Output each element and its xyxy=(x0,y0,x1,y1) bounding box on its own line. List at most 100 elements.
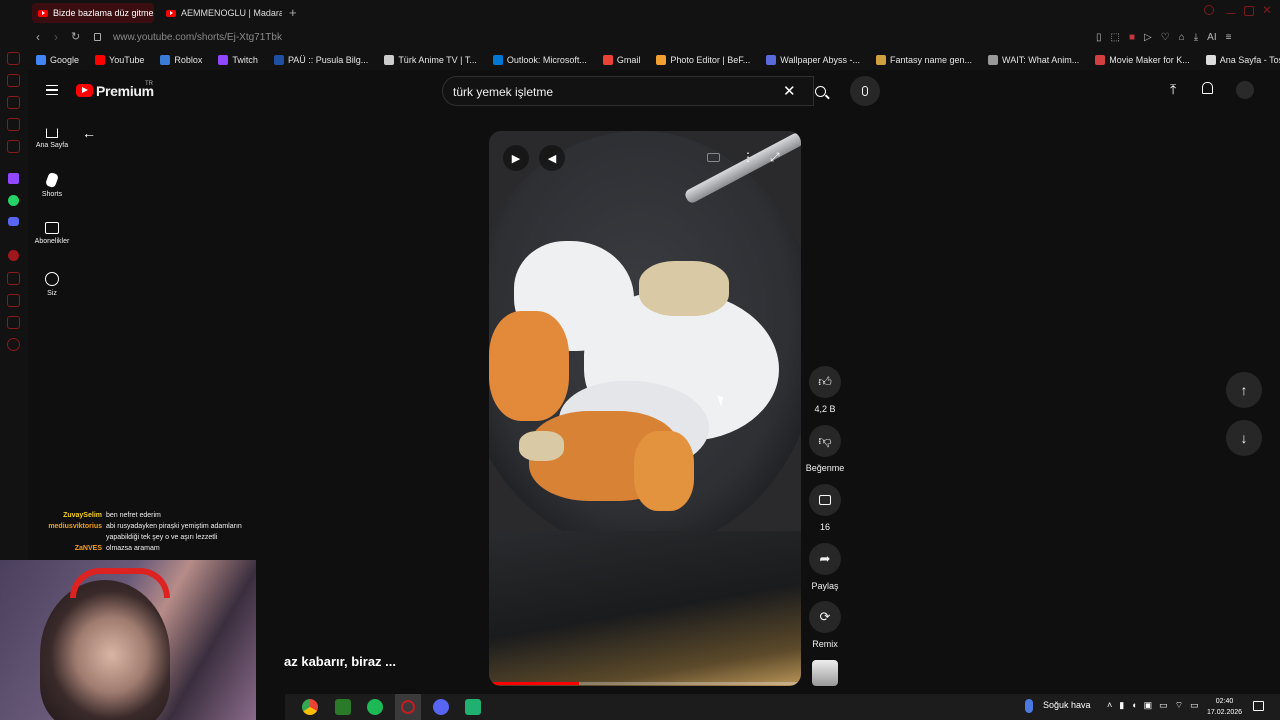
account-icon xyxy=(45,272,59,286)
like-button[interactable]: 👍︎ 4,2 B xyxy=(805,366,845,414)
sidebar-app-icon[interactable] xyxy=(7,338,20,351)
search-box[interactable]: türk yemek işletme ✕ xyxy=(442,76,814,106)
remix-button[interactable]: ⟳ Remix xyxy=(805,601,845,649)
sidebar-app-icon[interactable] xyxy=(7,140,20,153)
tab[interactable]: AEMMENOGLU | Madara C xyxy=(160,3,282,23)
adblock-icon[interactable]: ■ xyxy=(1129,32,1135,43)
notifications-bell-icon[interactable] xyxy=(1202,82,1213,94)
close-window-button[interactable]: ✕ xyxy=(1262,3,1272,17)
new-tab-button[interactable]: + xyxy=(289,5,297,20)
reload-icon[interactable]: ↻ xyxy=(71,30,80,43)
twitch-icon[interactable] xyxy=(8,173,19,184)
previous-video-button[interactable]: ↑ xyxy=(1226,372,1262,408)
play-button[interactable]: ▶ xyxy=(503,145,529,171)
sidebar-app-icon[interactable] xyxy=(7,316,20,329)
next-video-button[interactable]: ↓ xyxy=(1226,420,1262,456)
nav-item-subscriptions[interactable]: Abonelikler xyxy=(28,222,76,245)
search-tabs-icon[interactable] xyxy=(1204,5,1214,15)
bookmark-item[interactable]: Ana Sayfa - Tospa... xyxy=(1198,55,1280,65)
sidebar-app-icon[interactable] xyxy=(7,52,20,65)
weather-label[interactable]: Soğuk hava xyxy=(1043,700,1091,710)
spotify-icon[interactable] xyxy=(367,699,383,715)
whatsapp-icon[interactable] xyxy=(8,195,19,206)
bookmark-item[interactable]: Roblox xyxy=(152,55,210,65)
bookmarks-bar: Google YouTube Roblox Twitch PAÜ :: Pusula B… xyxy=(28,50,1280,70)
bookmark-item[interactable]: Google xyxy=(28,55,87,65)
chevron-up-icon[interactable]: ˄ xyxy=(1107,700,1112,711)
bookmark-item[interactable]: Wallpaper Abyss -... xyxy=(758,55,868,65)
clear-search-icon[interactable]: ✕ xyxy=(783,82,796,100)
back-arrow-icon[interactable]: ← xyxy=(82,125,96,141)
snapshot-icon[interactable]: ⬚ xyxy=(1111,32,1120,43)
chat-username: ZaNVES xyxy=(74,545,102,552)
minimize-button[interactable] xyxy=(1226,6,1236,14)
url-field[interactable]: www.youtube.com/shorts/Ej-Xtg71Tbk xyxy=(113,32,282,43)
bookmark-item[interactable]: Fantasy name gen... xyxy=(868,55,980,65)
microphone-tray-icon[interactable]: ▮ xyxy=(1119,700,1124,711)
play-icon[interactable]: ▷ xyxy=(1144,32,1152,43)
nav-item-home[interactable]: Ana Sayfa xyxy=(28,124,76,149)
sidebar-app-icon[interactable] xyxy=(7,294,20,307)
bookmark-icon[interactable]: ▯ xyxy=(1096,32,1102,43)
nav-item-shorts[interactable]: Shorts xyxy=(28,171,76,198)
bookmark-item[interactable]: Gmail xyxy=(595,55,649,65)
dislike-button[interactable]: 👎︎ Beğenme xyxy=(805,425,845,473)
sidebar-app-icon[interactable] xyxy=(7,96,20,109)
discord-icon[interactable] xyxy=(8,217,19,226)
back-icon[interactable]: ‹ xyxy=(36,30,40,44)
upload-icon[interactable]: ⤒ xyxy=(1170,81,1176,98)
wallet-icon[interactable]: ⌂ xyxy=(1179,32,1185,43)
app-icon[interactable] xyxy=(465,699,481,715)
wifi-icon[interactable]: ⌔ xyxy=(1175,700,1183,711)
clock[interactable]: 02:40 17.02.2026 xyxy=(1207,696,1242,718)
bookmark-item[interactable]: YouTube xyxy=(87,55,152,65)
chrome-icon[interactable] xyxy=(302,699,318,715)
streamer-silhouette xyxy=(40,580,170,720)
sidebar-app-icon[interactable] xyxy=(7,74,20,87)
sidebar-app-icon[interactable] xyxy=(7,272,20,285)
bookmark-item[interactable]: Movie Maker for K... xyxy=(1087,55,1198,65)
avatar[interactable] xyxy=(1236,81,1254,99)
bookmark-item[interactable]: WAIT: What Anim... xyxy=(980,55,1087,65)
sidebar-app-icon[interactable] xyxy=(8,250,19,261)
maximize-button[interactable] xyxy=(1244,6,1254,16)
youtube-logo-icon[interactable] xyxy=(76,84,93,97)
tab-active[interactable]: Bizde bazlama düz gitmez xyxy=(32,3,154,23)
fullscreen-icon[interactable]: ⤢ xyxy=(770,150,780,165)
more-options-icon[interactable]: ⋮ xyxy=(742,150,754,164)
toolbar-icons: ▯ ⬚ ■ ▷ ♡ ⌂ ⤓ AI ≡ xyxy=(1096,32,1231,43)
discord-taskbar-icon[interactable] xyxy=(433,699,449,715)
ai-icon[interactable]: AI xyxy=(1207,32,1216,43)
comments-button[interactable]: 16 xyxy=(805,484,845,532)
download-icon[interactable]: ⤓ xyxy=(1194,32,1198,43)
menu-icon[interactable]: ≡ xyxy=(1226,32,1232,43)
search-button[interactable] xyxy=(804,76,836,106)
notification-center-icon[interactable] xyxy=(1253,701,1264,711)
forward-icon[interactable]: › xyxy=(54,30,58,44)
channel-avatar[interactable] xyxy=(812,660,838,686)
bookmark-item[interactable]: PAÜ :: Pusula Bilg... xyxy=(266,55,376,65)
share-button[interactable]: ➦ Paylaş xyxy=(805,543,845,591)
progress-bar[interactable] xyxy=(489,682,801,685)
bookmark-item[interactable]: Twitch xyxy=(210,55,266,65)
captions-icon[interactable] xyxy=(707,153,720,162)
bookmark-item[interactable]: Outlook: Microsoft... xyxy=(485,55,595,65)
tray-app-icon[interactable]: ▣ xyxy=(1144,700,1153,711)
opera-taskbar-icon[interactable] xyxy=(395,694,421,720)
search-input[interactable]: türk yemek işletme xyxy=(453,85,553,99)
sidebar-app-icon[interactable] xyxy=(7,118,20,131)
app-icon[interactable] xyxy=(335,699,351,715)
nav-label: Shorts xyxy=(41,191,63,198)
shorts-video-player[interactable]: ▶ ◀ ⋮ ⤢ xyxy=(489,131,801,686)
bookmark-item[interactable]: Türk Anime TV | T... xyxy=(376,55,485,65)
nav-item-you[interactable]: Siz xyxy=(28,272,76,297)
bookmark-label: WAIT: What Anim... xyxy=(1002,55,1080,65)
battery-icon[interactable]: ▭ xyxy=(1190,700,1199,711)
voice-search-button[interactable] xyxy=(850,76,880,106)
hamburger-menu-icon[interactable] xyxy=(46,85,58,95)
heart-icon[interactable]: ♡ xyxy=(1161,32,1170,43)
speaker-icon[interactable]: ◖ xyxy=(1131,700,1136,711)
volume-button[interactable]: ◀ xyxy=(539,145,565,171)
tray-app-icon[interactable]: ▭ xyxy=(1159,700,1168,711)
bookmark-item[interactable]: Photo Editor | BeF... xyxy=(648,55,758,65)
